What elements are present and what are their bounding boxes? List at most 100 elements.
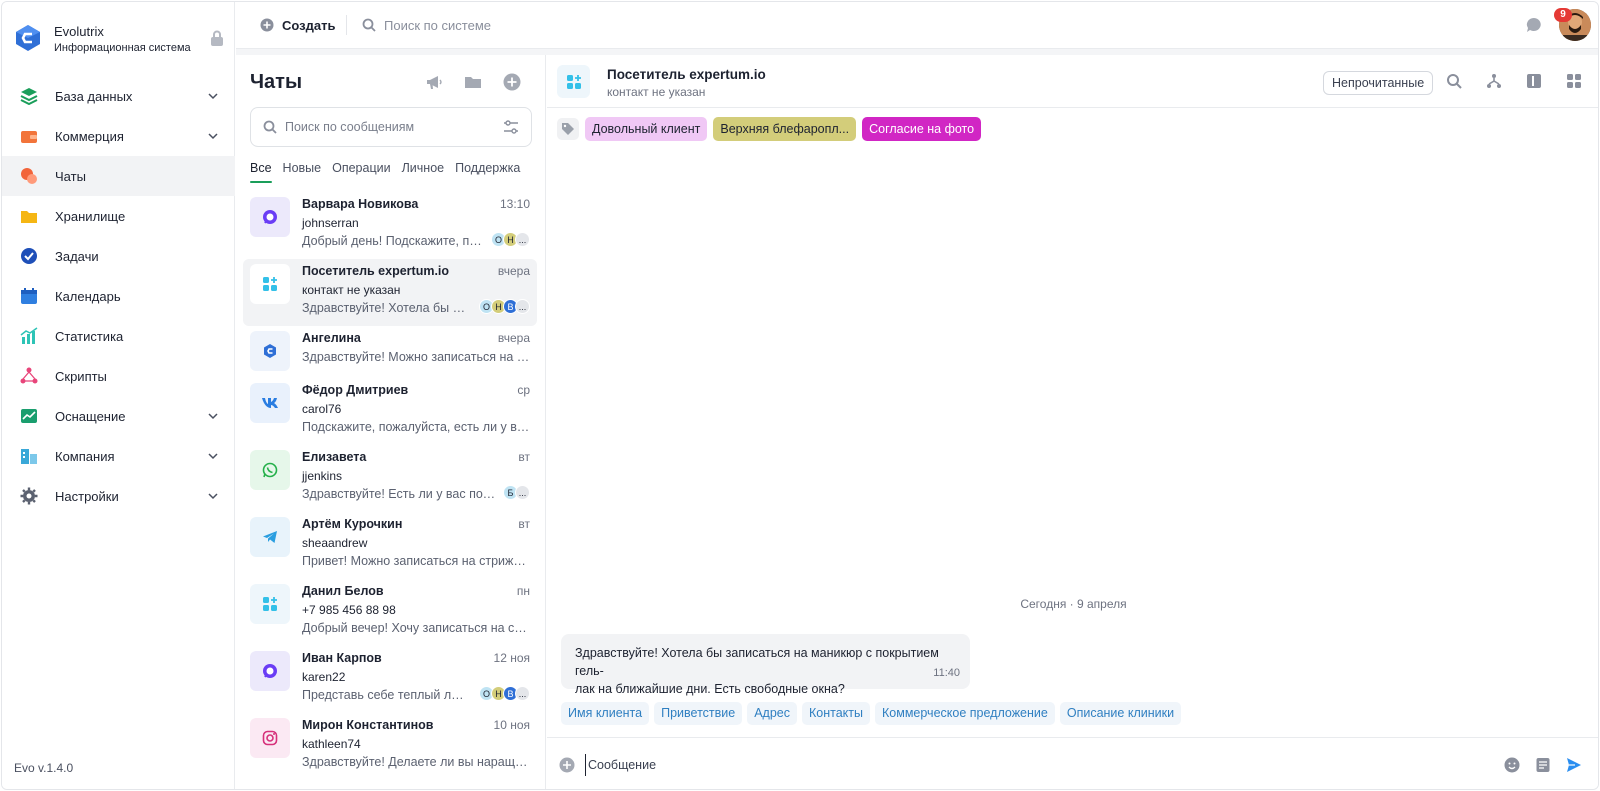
global-search[interactable]: Поиск по системе xyxy=(362,14,662,36)
list-item[interactable]: Артём Курочкин вт sheaandrew Привет! Мож… xyxy=(243,512,537,579)
tag-satisfied-client[interactable]: Довольный клиент xyxy=(585,117,708,141)
instagram-icon xyxy=(262,730,278,746)
sidebar-item-statistics[interactable]: Статистика xyxy=(2,316,235,356)
tab-all[interactable]: Все xyxy=(250,161,272,183)
megaphone-icon[interactable] xyxy=(425,73,443,91)
incoming-message[interactable]: Здравствуйте! Хотела бы записаться на ма… xyxy=(561,634,970,696)
quick-reply-greeting[interactable]: Приветствие xyxy=(654,702,743,725)
quick-replies: Имя клиента Приветствие Адрес Контакты К… xyxy=(561,702,1182,725)
chat-time: 10 ноя xyxy=(493,718,530,732)
check-circle-icon xyxy=(21,248,37,264)
sidebar-item-settings[interactable]: Настройки xyxy=(2,476,235,516)
templates-icon[interactable] xyxy=(1535,757,1551,773)
brand[interactable]: Evolutrix Информационная система xyxy=(14,22,224,56)
chat-contact: sheaandrew xyxy=(302,536,368,550)
sidebar-item-calendar[interactable]: Календарь xyxy=(2,276,235,316)
sidebar-item-company[interactable]: Компания xyxy=(2,436,235,476)
sidebar: Evolutrix Информационная система База да… xyxy=(2,2,235,789)
tab-support[interactable]: Поддержка xyxy=(455,161,520,183)
search-icon xyxy=(263,120,277,134)
list-item[interactable]: Посетитель expertum.io вчера контакт не … xyxy=(243,259,537,326)
sidebar-nav: База данных Коммерция Чаты Хранилище Зад… xyxy=(2,76,235,516)
quick-reply-clinic-description[interactable]: Описание клиники xyxy=(1059,702,1182,725)
max-messenger-icon xyxy=(263,210,277,224)
sidebar-item-commerce[interactable]: Коммерция xyxy=(2,116,235,156)
sidebar-item-tasks[interactable]: Задачи xyxy=(2,236,235,276)
emoji-icon[interactable] xyxy=(1504,757,1520,773)
filter-icon[interactable] xyxy=(503,119,519,135)
tab-operations[interactable]: Операции xyxy=(332,161,390,183)
quick-reply-client-name[interactable]: Имя клиента xyxy=(561,702,650,725)
funnel-branch-icon[interactable] xyxy=(1486,73,1502,89)
chat-list-tabs: Все Новые Операции Личное Поддержка xyxy=(250,161,520,183)
stats-icon xyxy=(20,327,38,344)
chat-source-avatar xyxy=(250,651,290,691)
sidebar-item-chats[interactable]: Чаты xyxy=(2,156,235,196)
create-button[interactable]: Создать xyxy=(260,14,335,36)
assignee-badges: О Н В ... xyxy=(479,299,530,314)
folder-icon[interactable] xyxy=(464,73,482,91)
list-item[interactable]: Фёдор Дмитриев ср carol76 Подскажите, по… xyxy=(243,378,537,445)
assignee-badge: ... xyxy=(515,485,530,500)
database-icon xyxy=(20,88,38,105)
date-separator: Сегодня · 9 апреля xyxy=(1020,597,1127,611)
chat-name: Ангелина xyxy=(302,331,361,345)
tab-personal[interactable]: Личное xyxy=(402,161,445,183)
sidebar-item-label: Компания xyxy=(55,448,115,464)
quick-reply-offer[interactable]: Коммерческое предложение xyxy=(875,702,1055,725)
notification-badge: 9 xyxy=(1554,8,1572,22)
chat-contact: +7 985 456 88 98 xyxy=(302,603,396,617)
unread-button[interactable]: Непрочитанные xyxy=(1323,71,1434,95)
message-search-input[interactable] xyxy=(285,120,495,134)
grid-icon[interactable] xyxy=(1566,73,1582,89)
list-item[interactable]: Иван Карпов 12 ноя karen22 Представь себ… xyxy=(243,646,537,713)
tab-new[interactable]: Новые xyxy=(283,161,322,183)
tag-blepharoplasty[interactable]: Верхняя блефаропл... xyxy=(713,117,857,141)
chat-preview: Здравствуйте! Есть ли у вас подар... xyxy=(302,487,498,501)
widget-icon xyxy=(263,277,277,291)
app-window: Evolutrix Информационная система База да… xyxy=(1,1,1599,790)
send-icon[interactable] xyxy=(1566,757,1582,773)
chat-name: Варвара Новикова xyxy=(302,197,419,211)
attach-plus-icon[interactable] xyxy=(559,757,575,773)
chat-title[interactable]: Посетитель expertum.io xyxy=(607,67,766,82)
sidebar-item-database[interactable]: База данных xyxy=(2,76,235,116)
gear-icon xyxy=(20,487,38,505)
global-search-placeholder: Поиск по системе xyxy=(384,17,491,33)
tag-icon[interactable] xyxy=(557,118,579,140)
list-item[interactable]: Ангелина вчера Здравствуйте! Можно запис… xyxy=(243,326,537,378)
whatsapp-icon xyxy=(262,462,278,478)
chat-preview: Здравствуйте! Можно записаться на ма... xyxy=(302,350,530,364)
quick-reply-address[interactable]: Адрес xyxy=(747,702,797,725)
assignee-badge: ... xyxy=(515,232,530,247)
add-chat-icon[interactable] xyxy=(503,73,521,91)
telegram-icon xyxy=(263,531,277,543)
search-icon[interactable] xyxy=(1446,73,1462,89)
message-search[interactable] xyxy=(250,107,532,147)
chat-name: Фёдор Дмитриев xyxy=(302,383,409,397)
sidebar-item-storage[interactable]: Хранилище xyxy=(2,196,235,236)
sidebar-item-scripts[interactable]: Скрипты xyxy=(2,356,235,396)
chevron-down-icon xyxy=(208,493,218,500)
tag-photo-consent[interactable]: Согласие на фото xyxy=(862,117,982,141)
chat-contact: carol76 xyxy=(302,402,342,416)
chat-time: 13:10 xyxy=(499,197,530,211)
sidebar-item-label: Хранилище xyxy=(55,208,126,224)
list-item[interactable]: Варвара Новикова 13:10 johnserran Добрый… xyxy=(243,192,537,259)
message-text-line: Здравствуйте! Хотела бы записаться на ма… xyxy=(575,646,939,678)
list-item[interactable]: Данил Белов пн +7 985 456 88 98 Добрый в… xyxy=(243,579,537,646)
list-item[interactable]: Мирон Константинов 10 ноя kathleen74 Здр… xyxy=(243,713,537,780)
sidebar-item-equipment[interactable]: Оснащение xyxy=(2,396,235,436)
quick-reply-contacts[interactable]: Контакты xyxy=(802,702,870,725)
chat-name: Посетитель expertum.io xyxy=(302,264,450,278)
chat-list: Варвара Новикова 13:10 johnserran Добрый… xyxy=(243,192,537,780)
sidebar-item-label: Задачи xyxy=(55,248,99,264)
chat-contact: jjenkins xyxy=(302,469,343,483)
messages-icon[interactable] xyxy=(1526,17,1542,33)
list-item[interactable]: Елизавета вт jjenkins Здравствуйте! Есть… xyxy=(243,445,537,512)
scripts-icon xyxy=(20,367,38,384)
lock-icon[interactable] xyxy=(210,30,224,46)
chat-time: вчера xyxy=(497,331,530,345)
panel-toggle-icon[interactable] xyxy=(1526,73,1542,89)
message-input[interactable] xyxy=(585,754,1465,776)
